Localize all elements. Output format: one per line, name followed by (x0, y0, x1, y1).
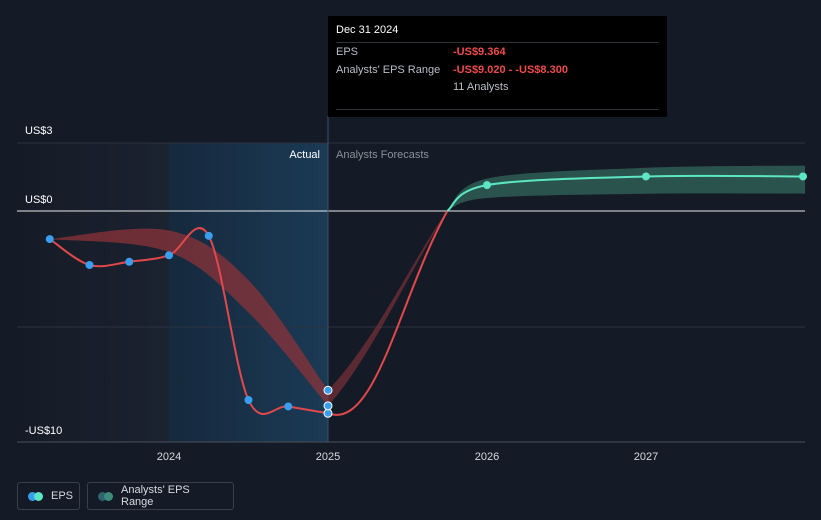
legend-eps-toggle[interactable]: EPS (17, 482, 80, 510)
eps-point-1 (85, 261, 94, 269)
range-legend-icon (98, 491, 113, 501)
y-tick-label-bottom: -US$10 (25, 425, 62, 437)
forecast-label: Analysts Forecasts (336, 149, 429, 161)
forecast-point-2 (799, 172, 807, 181)
past-area (17, 143, 169, 442)
actual-label: Actual (289, 149, 320, 161)
tooltip-range-value: -US$9.020 - -US$8.300 (453, 64, 568, 76)
tooltip-date: Dec 31 2024 (336, 24, 399, 36)
tooltip: Dec 31 2024 EPS -US$9.364 Analysts' EPS … (328, 16, 667, 117)
range-point-0 (323, 385, 333, 395)
legend-eps-label: EPS (51, 490, 74, 502)
eps-point-3 (165, 251, 173, 260)
x-tick-label-2025: 2025 (316, 451, 340, 463)
eps-point-7 (323, 408, 333, 418)
eps-legend-icon (28, 491, 43, 501)
eps-point-0 (45, 235, 54, 244)
y-tick-label-top: US$3 (25, 125, 53, 137)
tooltip-range-label: Analysts' EPS Range (336, 64, 441, 76)
forecast-point-0 (483, 181, 491, 190)
legend-range-label: Analysts' EPS Range (121, 484, 190, 508)
tooltip-analysts-row: 11 Analysts (336, 79, 659, 99)
forecast-point-1 (642, 172, 650, 181)
eps-point-6 (284, 402, 293, 411)
forecast-bridge-band (328, 211, 448, 406)
legend-range-toggle[interactable]: Analysts' EPS Range (87, 482, 234, 510)
tooltip-eps-row: EPS -US$9.364 (336, 42, 659, 61)
x-tick-label-2024: 2024 (157, 451, 181, 463)
eps-point-5 (244, 396, 253, 404)
tooltip-divider (336, 109, 659, 110)
eps-point-2 (125, 257, 134, 266)
tooltip-range-row: Analysts' EPS Range -US$9.020 - -US$8.30… (336, 61, 659, 79)
tooltip-analysts: 11 Analysts (453, 81, 509, 93)
forecast-range-band (447, 165, 805, 211)
y-tick-label-zero: US$0 (25, 194, 53, 206)
tooltip-eps-label: EPS (336, 46, 359, 58)
eps-point-4 (204, 231, 213, 240)
x-tick-label-2027: 2027 (634, 451, 658, 463)
x-tick-label-2026: 2026 (475, 451, 499, 463)
range-point-1 (323, 401, 333, 411)
tooltip-eps-value: -US$9.364 (453, 46, 506, 58)
